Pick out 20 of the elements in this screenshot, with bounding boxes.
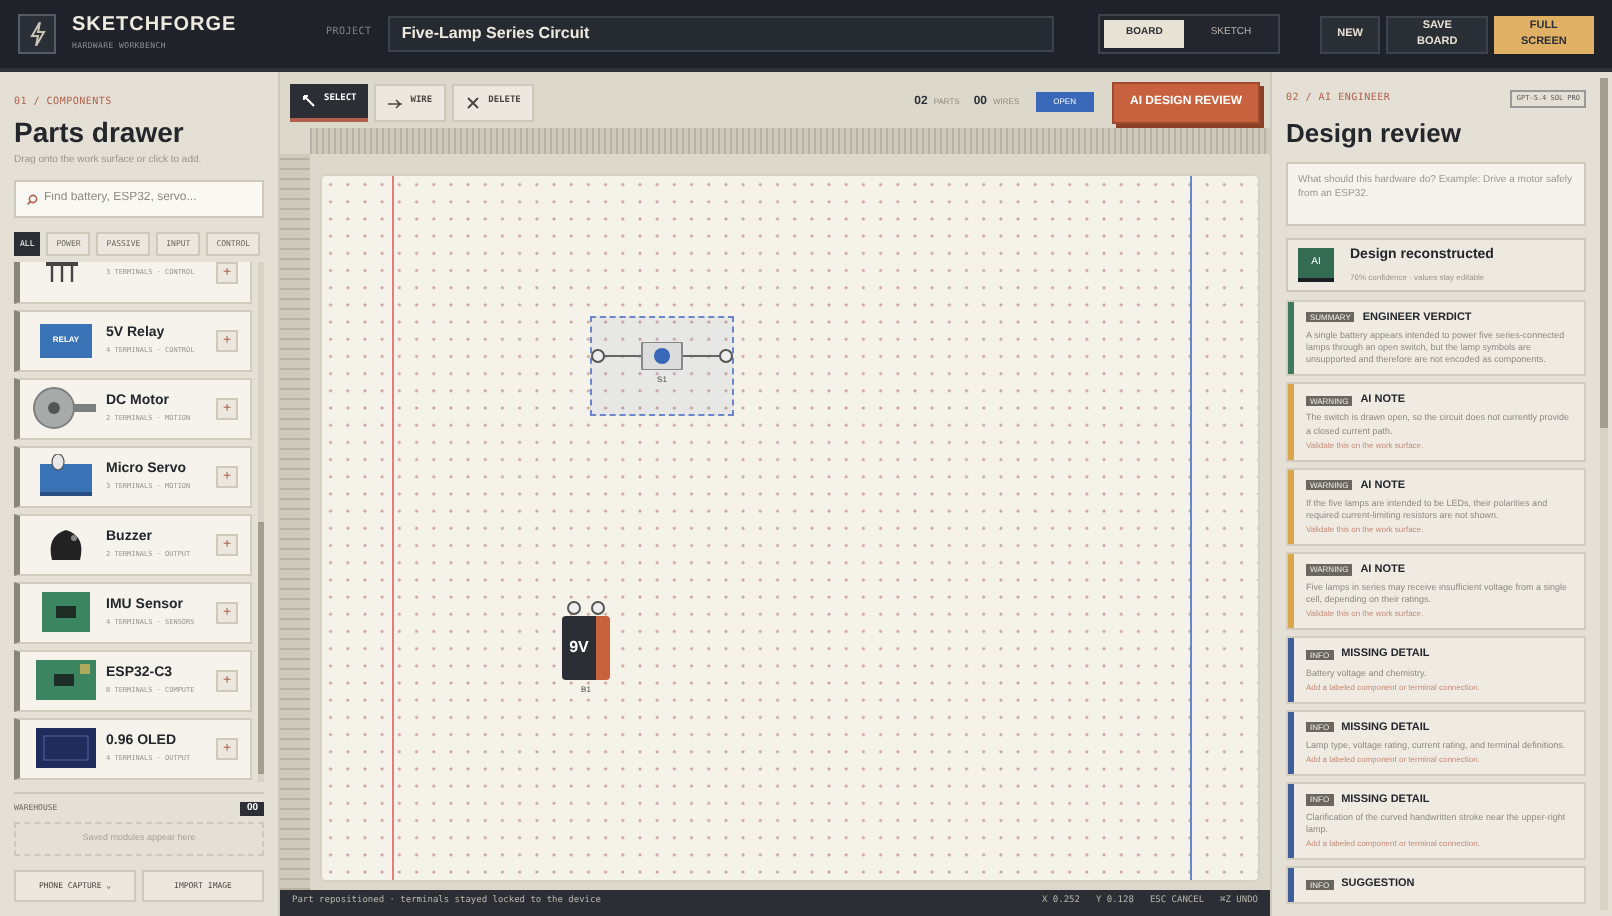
arrow-icon <box>388 95 403 109</box>
switch-drawing <box>590 342 734 370</box>
buzzer-drawing <box>46 527 86 561</box>
panel-title: Design review <box>1286 116 1463 153</box>
project-name-field[interactable]: Five-Lamp Series Circuit <box>387 16 1054 52</box>
oled-drawing <box>36 728 96 768</box>
logo-icon <box>18 14 56 54</box>
panel-title: Parts drawer <box>14 115 186 150</box>
cursor-icon <box>302 93 316 107</box>
battery-label: 9V <box>562 616 596 680</box>
scrollbar-thumb[interactable] <box>258 521 264 773</box>
close-icon <box>466 95 481 109</box>
scrollbar-thumb[interactable] <box>1600 78 1608 428</box>
esp-drawing <box>36 660 96 700</box>
motor-drawing <box>32 386 100 430</box>
servo-drawing <box>40 454 92 498</box>
terminals-drawing <box>566 600 606 616</box>
imu-drawing <box>42 592 90 632</box>
search-icon <box>26 193 38 205</box>
app-name: SKETCHFORGE <box>72 16 239 36</box>
